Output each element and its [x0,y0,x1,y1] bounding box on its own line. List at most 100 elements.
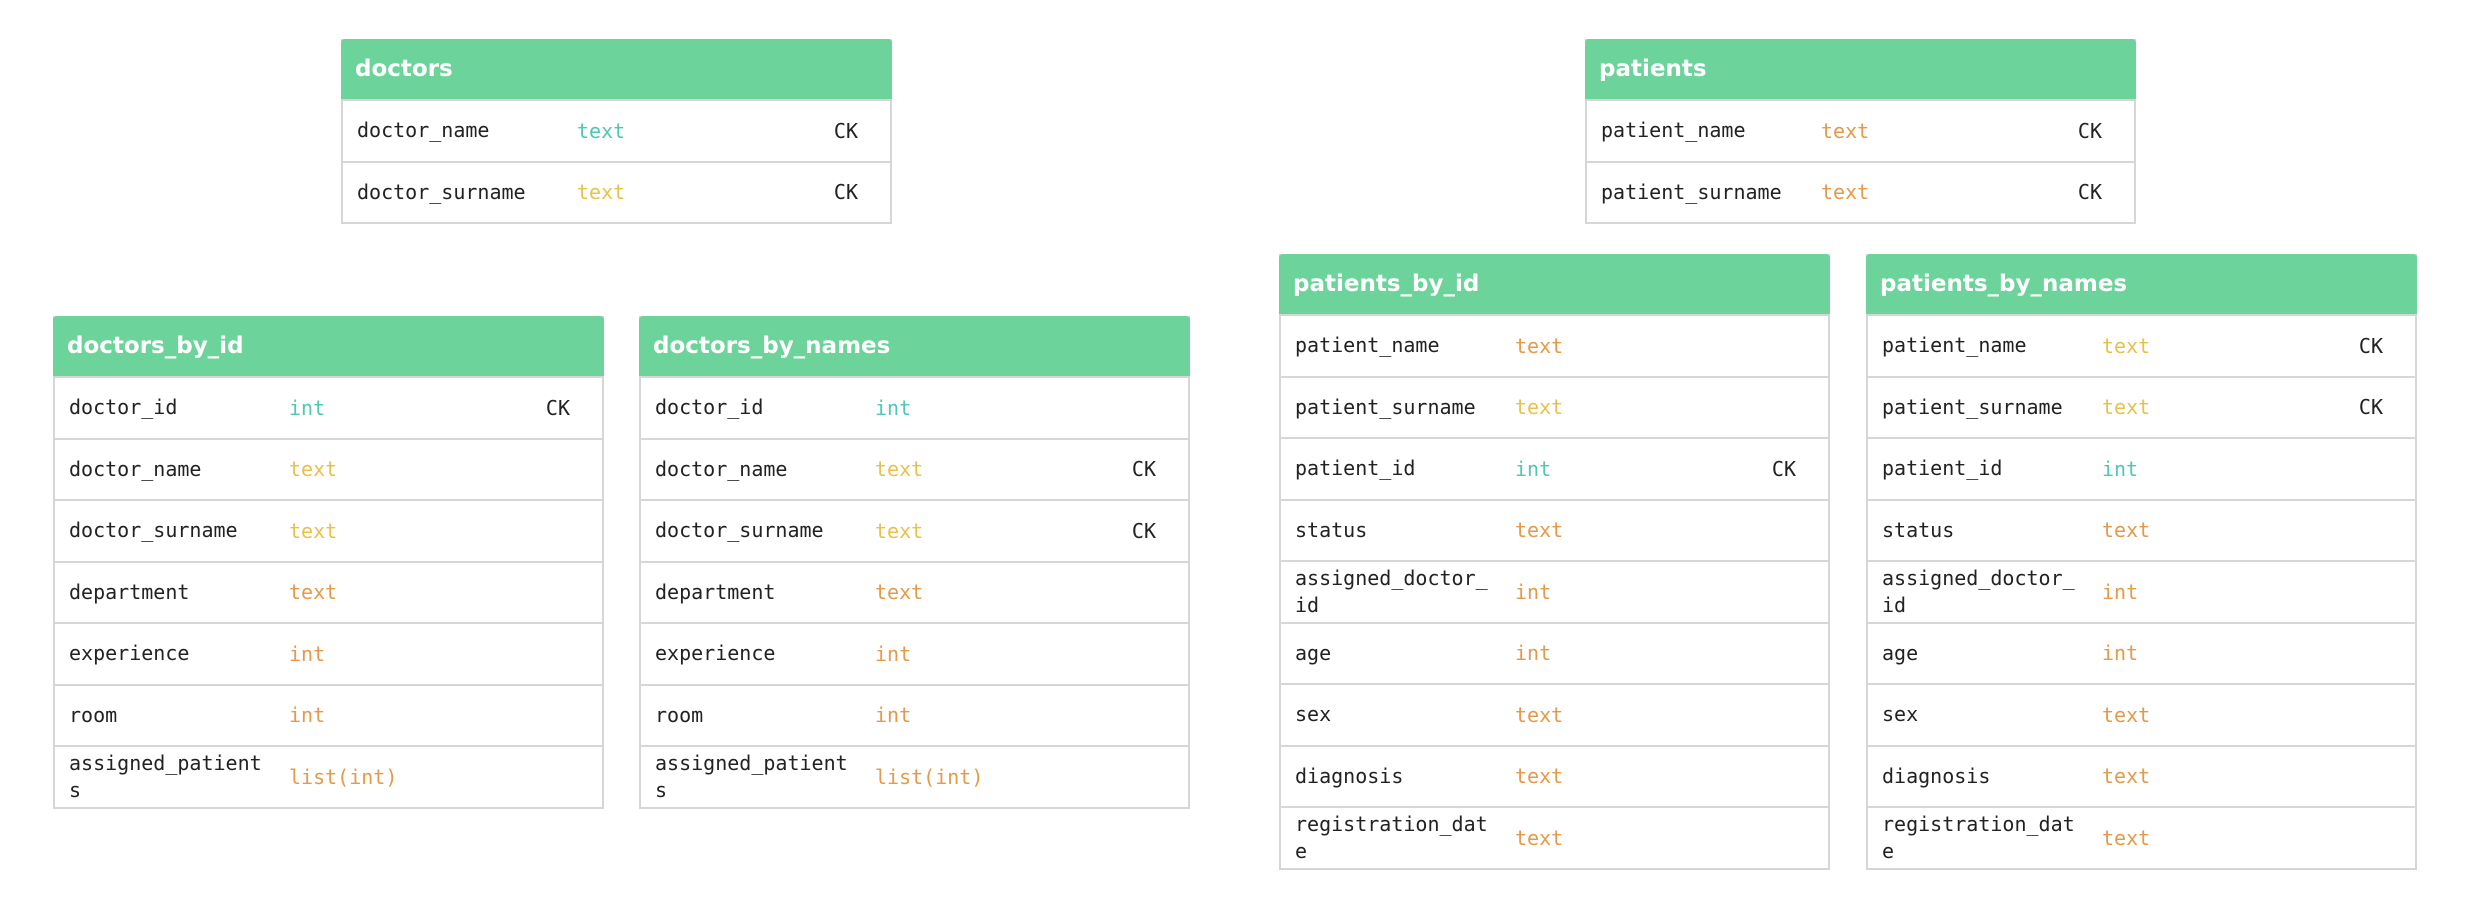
column-name: room [655,702,704,727]
table-row: patient_name text CK [1868,314,2415,376]
column-name: sex [1882,702,1919,727]
column-type: int [2102,641,2139,666]
column-type: text [1515,764,1564,789]
column-name: patient_surname [1882,394,2063,419]
table-row: patient_name text CK [1587,99,2134,161]
table-row: doctor_id int CK [55,376,602,438]
clustering-key-label: CK [545,395,570,420]
table-row: patient_surname text [1281,375,1828,438]
table-row: status text [1868,498,2415,561]
clustering-key-label: CK [833,180,858,205]
column-name: patient_id [1295,456,1416,481]
column-type: text [577,118,626,143]
column-name: registration_date [1882,811,2075,863]
column-type: int [289,395,326,420]
column-name: status [1295,517,1368,542]
table-row: doctor_name text CK [641,437,1188,500]
clustering-key-label: CK [1131,518,1156,543]
column-type: int [1515,456,1552,481]
column-name: doctor_id [655,395,764,420]
table-row: experience int [641,622,1188,684]
clustering-key-label: CK [833,118,858,143]
column-name: patient_surname [1295,394,1476,419]
clustering-key-label: CK [1131,457,1156,482]
table-row: doctor_surname text CK [641,499,1188,561]
column-name: diagnosis [1295,763,1404,788]
column-type: int [1515,579,1552,604]
column-type: list(int) [875,764,984,789]
column-type: text [2102,518,2151,543]
table-row: patient_surname text CK [1868,375,2415,438]
column-type: text [289,580,338,605]
clustering-key-label: CK [2077,180,2102,205]
table-title: patients [1585,39,2136,99]
column-name: assigned_patients [69,750,262,802]
column-type: text [2102,825,2151,850]
column-name: sex [1295,702,1332,727]
table-row: department text [641,560,1188,623]
table-doctors-by-names: doctors_by_names doctor_id int doctor_name t… [639,316,1190,809]
column-name: doctor_surname [655,518,824,543]
table-doctors: doctors doctor_name text CK doctor_surname te… [341,39,892,224]
table-row: assigned_patients list(int) [641,745,1188,807]
table-row: room int [641,683,1188,746]
column-name: age [1882,640,1919,665]
column-name: age [1295,640,1332,665]
table-row: sex text [1868,683,2415,745]
column-type: text [875,518,924,543]
clustering-key-label: CK [2358,395,2383,420]
column-type: text [577,180,626,205]
column-name: assigned_doctor_id [1295,565,1488,617]
column-type: text [2102,702,2151,727]
table-patients-by-names: patients_by_names patient_name text CK patie… [1866,254,2417,870]
column-type: text [2102,333,2151,358]
table-row: assigned_patients list(int) [55,745,602,807]
column-name: diagnosis [1882,763,1991,788]
table-title: patients_by_id [1279,254,1830,314]
table-row: assigned_doctor_id int [1281,560,1828,622]
column-name: department [69,579,190,604]
table-row: registration_date text [1868,806,2415,868]
column-name: patient_name [1295,333,1440,358]
table-patients-by-id: patients_by_id patient_name text patient_su… [1279,254,1830,870]
column-type: int [875,703,912,728]
column-name: experience [69,641,190,666]
table-row: assigned_doctor_id int [1868,560,2415,622]
column-type: int [875,395,912,420]
column-name: doctor_name [69,456,202,481]
table-row: patient_id int [1868,437,2415,499]
column-type: int [289,641,326,666]
column-type: text [875,580,924,605]
column-type: text [289,457,338,482]
column-name: department [655,579,776,604]
table-row: doctor_id int [641,376,1188,438]
column-name: patient_id [1882,456,2003,481]
column-name: assigned_doctor_id [1882,565,2075,617]
column-type: int [2102,456,2139,481]
clustering-key-label: CK [1771,456,1796,481]
column-name: doctor_surname [357,179,526,204]
column-name: patient_name [1601,118,1746,143]
table-row: diagnosis text [1868,744,2415,807]
table-doctors-by-id: doctors_by_id doctor_id int CK doctor_name te… [53,316,604,809]
column-type: text [289,518,338,543]
column-type: int [289,703,326,728]
table-title: doctors_by_names [639,316,1190,376]
column-type: text [1515,702,1564,727]
column-type: text [875,457,924,482]
table-row: doctor_name text CK [343,99,890,161]
table-row: patient_id int CK [1281,437,1828,499]
column-type: list(int) [289,764,398,789]
table-row: patient_surname text CK [1587,160,2134,223]
column-type: text [2102,764,2151,789]
clustering-key-label: CK [2077,118,2102,143]
column-type: text [1515,395,1564,420]
table-row: age int [1281,621,1828,684]
table-row: doctor_name text [55,437,602,500]
table-row: patient_name text [1281,314,1828,376]
column-type: text [1821,118,1870,143]
column-name: doctor_id [69,395,178,420]
table-row: doctor_surname text CK [343,160,890,223]
column-name: doctor_name [357,118,490,143]
table-row: experience int [55,622,602,684]
